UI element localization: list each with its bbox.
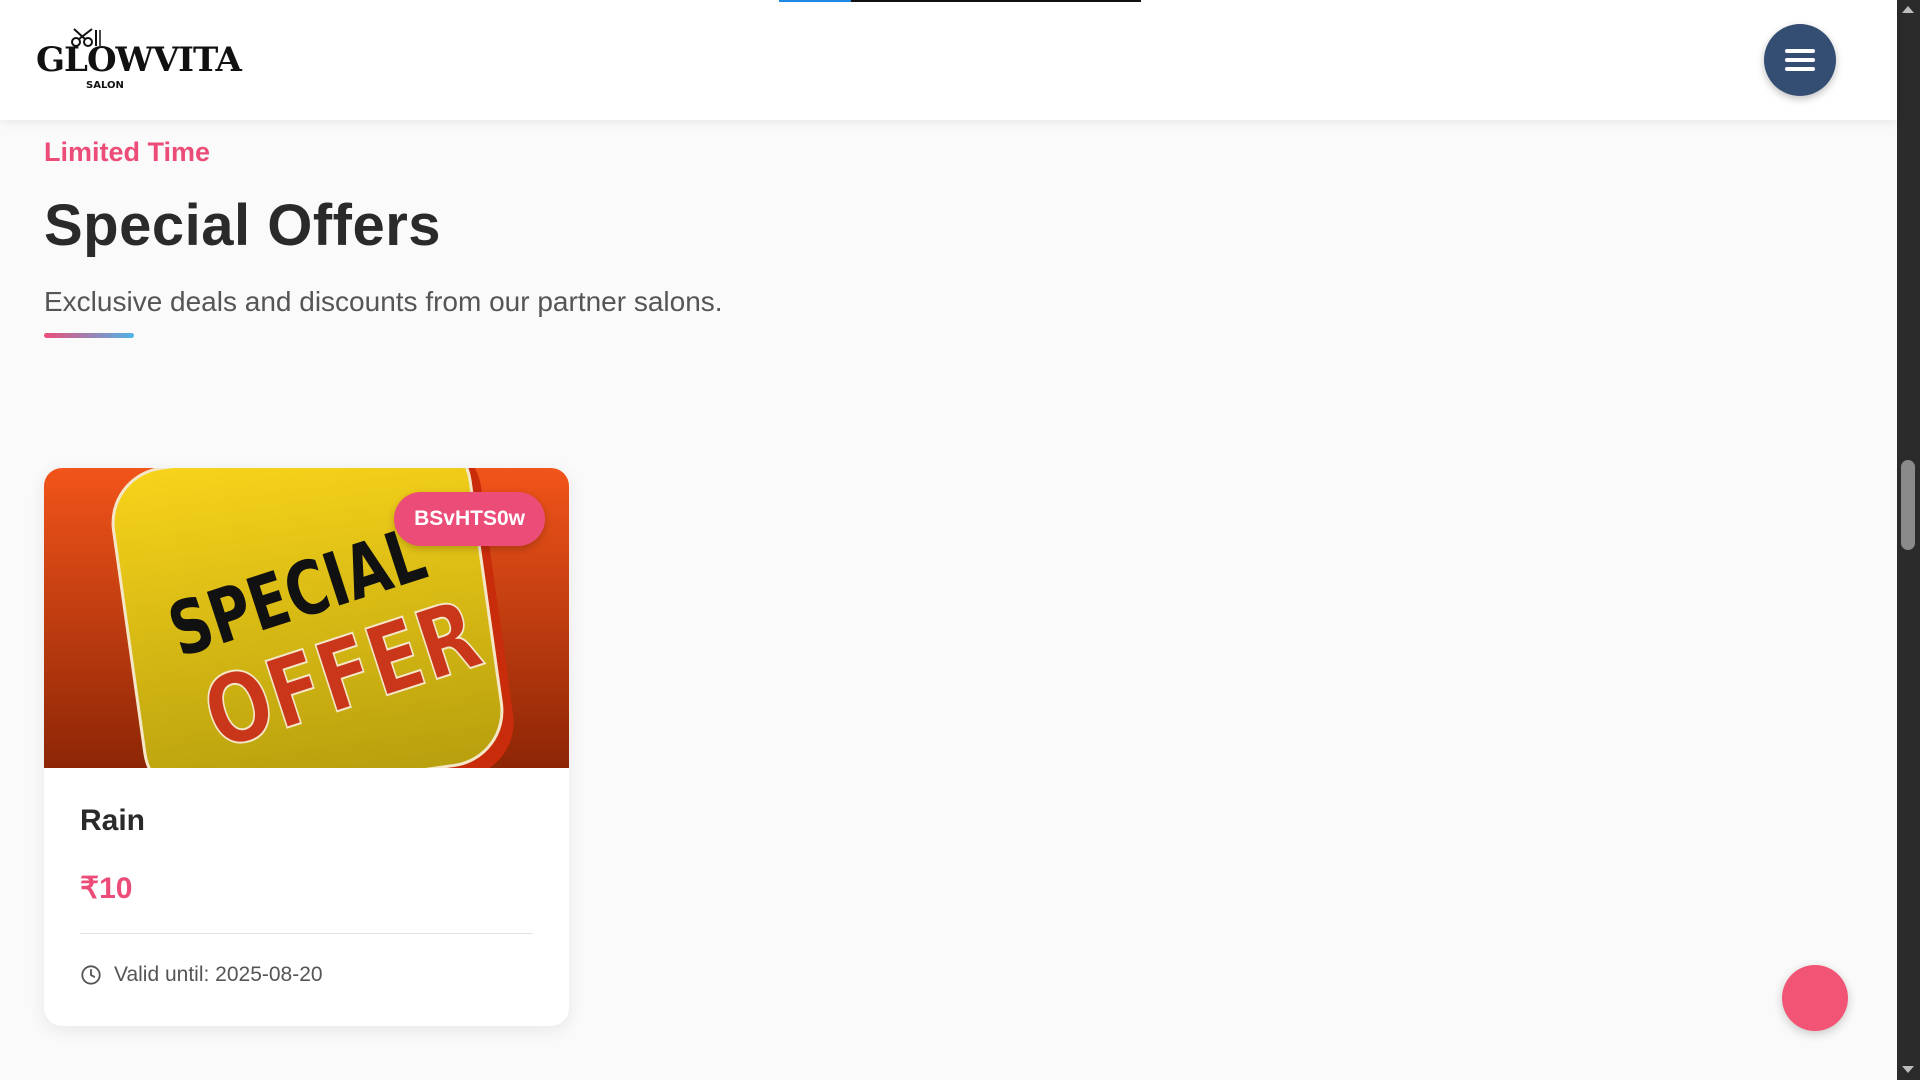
menu-button[interactable]	[1764, 24, 1836, 96]
section-subtitle: Exclusive deals and discounts from our p…	[44, 286, 723, 317]
title-underline	[44, 333, 134, 338]
floating-action-button[interactable]	[1782, 965, 1848, 1031]
offer-validity: Valid until: 2025-08-20	[80, 960, 323, 990]
site-header: GLOWVITA SALON	[0, 0, 1897, 120]
scroll-up-arrow-icon[interactable]	[1902, 6, 1914, 13]
logo-subtitle: SALON	[86, 80, 124, 91]
section-eyebrow: Limited Time	[44, 137, 211, 167]
offer-name: Rain	[80, 804, 146, 837]
offer-code-badge: BSvHTS0w	[394, 492, 545, 546]
logo-wordmark: GLOWVITA	[36, 40, 242, 80]
scroll-down-arrow-icon[interactable]	[1902, 1066, 1914, 1073]
glowvita-logo[interactable]: GLOWVITA SALON	[36, 28, 242, 94]
offer-valid-until: Valid until: 2025-08-20	[114, 963, 323, 986]
page-title: Special Offers	[44, 193, 442, 258]
page-progress-track	[779, 0, 1141, 2]
scrollbar-thumb[interactable]	[1901, 460, 1915, 550]
clock-icon	[81, 965, 101, 985]
offer-card[interactable]: SPECIAL OFFER BSvHTS0w Rain ₹10 Valid un…	[44, 468, 569, 1026]
offer-price: ₹10	[80, 872, 133, 905]
card-divider	[80, 933, 533, 934]
page-progress-fill	[779, 0, 852, 2]
page-scrollbar[interactable]	[1897, 0, 1920, 1080]
